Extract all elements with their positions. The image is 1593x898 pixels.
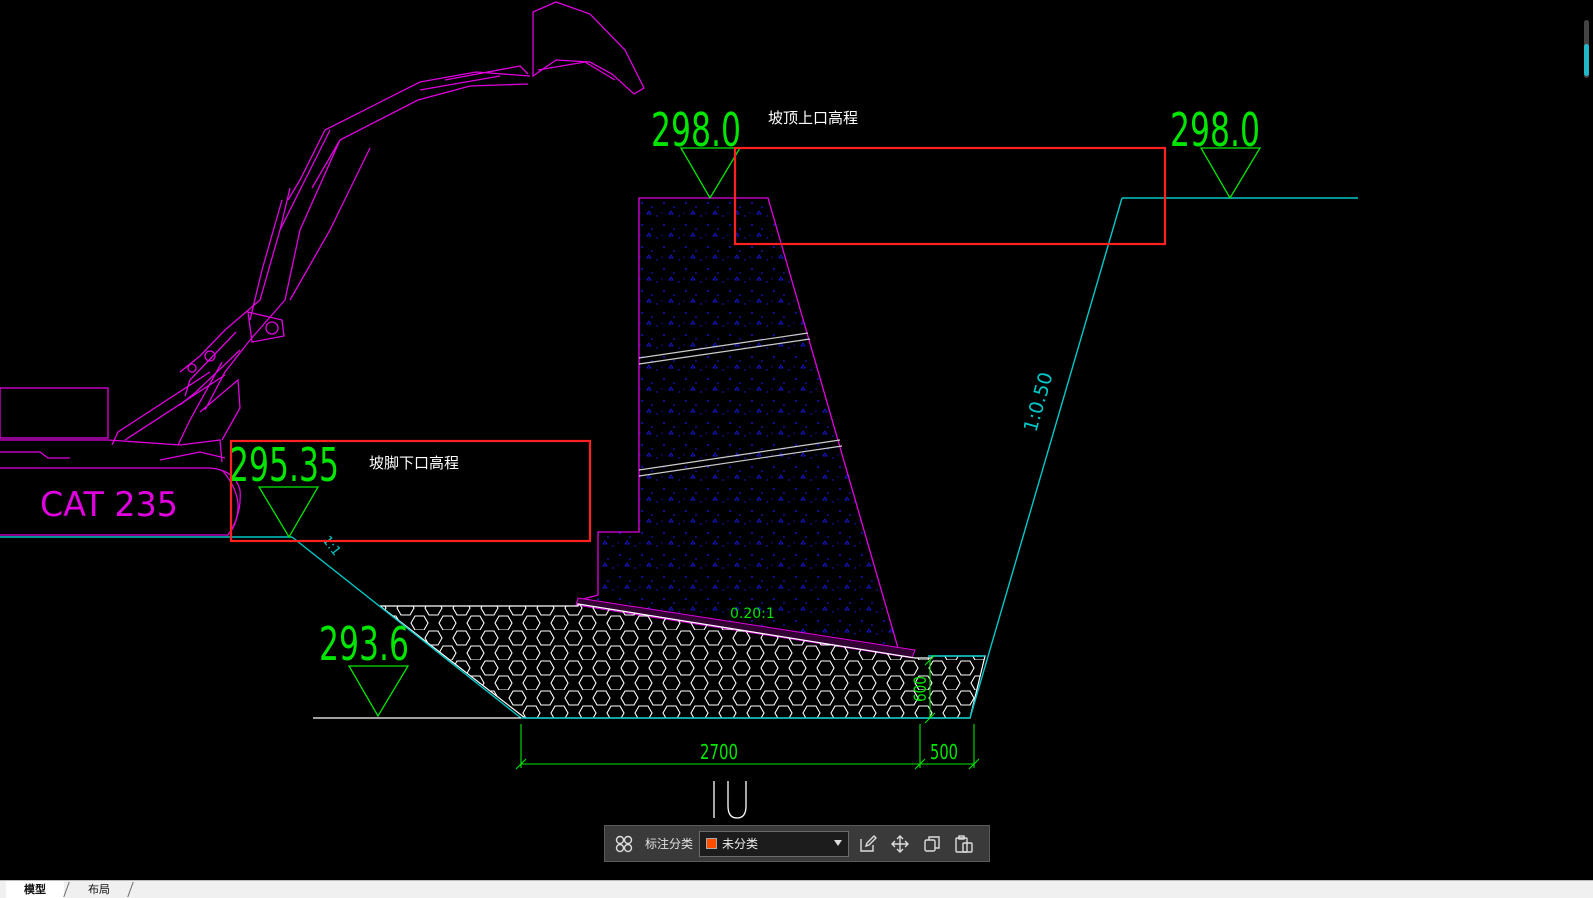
gravel-fill xyxy=(378,603,986,719)
paste-icon[interactable] xyxy=(951,831,977,857)
elevation-marker-bottom: 293.6 xyxy=(319,617,410,718)
tab-divider xyxy=(127,882,134,897)
elevation-value: 298.0 xyxy=(1170,103,1260,157)
edit-icon[interactable] xyxy=(855,831,881,857)
category-color-swatch xyxy=(706,838,718,849)
elevation-marker-top-left: 298.0 xyxy=(651,103,742,200)
tab-layout[interactable]: 布局 xyxy=(70,881,128,898)
dimension-toe-width: 500 xyxy=(930,740,958,764)
group-icon[interactable] xyxy=(611,831,637,857)
drawing-canvas[interactable]: CAT 235 298.0 298.0 295.35 293.6 坡顶上口高程 … xyxy=(0,0,1593,880)
layout-tab-bar: 模型 布局 xyxy=(0,880,1593,898)
tab-divider xyxy=(63,882,70,897)
ucs-icon xyxy=(713,781,747,819)
dimension-base-width: 2700 xyxy=(700,740,738,764)
elevation-value: 293.6 xyxy=(319,617,409,671)
elevation-value: 295.35 xyxy=(229,438,339,492)
annotation-category-label: 标注分类 xyxy=(645,837,694,851)
excavator-label: CAT 235 xyxy=(40,485,178,525)
move-icon[interactable] xyxy=(887,831,913,857)
elevation-marker-foot: 295.35 xyxy=(229,438,339,539)
scrollbar-thumb[interactable] xyxy=(1584,44,1589,76)
chevron-down-icon[interactable] xyxy=(834,839,843,846)
annotation-toolbar: 标注分类 未分类 xyxy=(604,825,990,862)
slope-left-label: 1:1 xyxy=(319,533,344,559)
slope-base-label: 0.20:1 xyxy=(730,606,775,622)
highlight-top-edge-box xyxy=(733,146,1167,246)
foot-edge-label: 坡脚下口高程 xyxy=(369,454,459,472)
tab-model[interactable]: 模型 xyxy=(6,881,64,898)
elevation-marker-top-right: 298.0 xyxy=(1170,103,1262,200)
dimension-toe-height: 600 xyxy=(911,676,931,702)
top-edge-label: 坡顶上口高程 xyxy=(768,109,858,127)
copy-icon[interactable] xyxy=(919,831,945,857)
elevation-value: 298.0 xyxy=(651,103,741,157)
selected-category-text: 未分类 xyxy=(722,837,759,851)
vertical-scrollbar[interactable] xyxy=(1579,0,1593,90)
annotation-category-select[interactable]: 未分类 xyxy=(699,830,850,857)
slope-right-label: 1:0.50 xyxy=(1020,370,1058,435)
retaining-wall xyxy=(575,197,916,659)
